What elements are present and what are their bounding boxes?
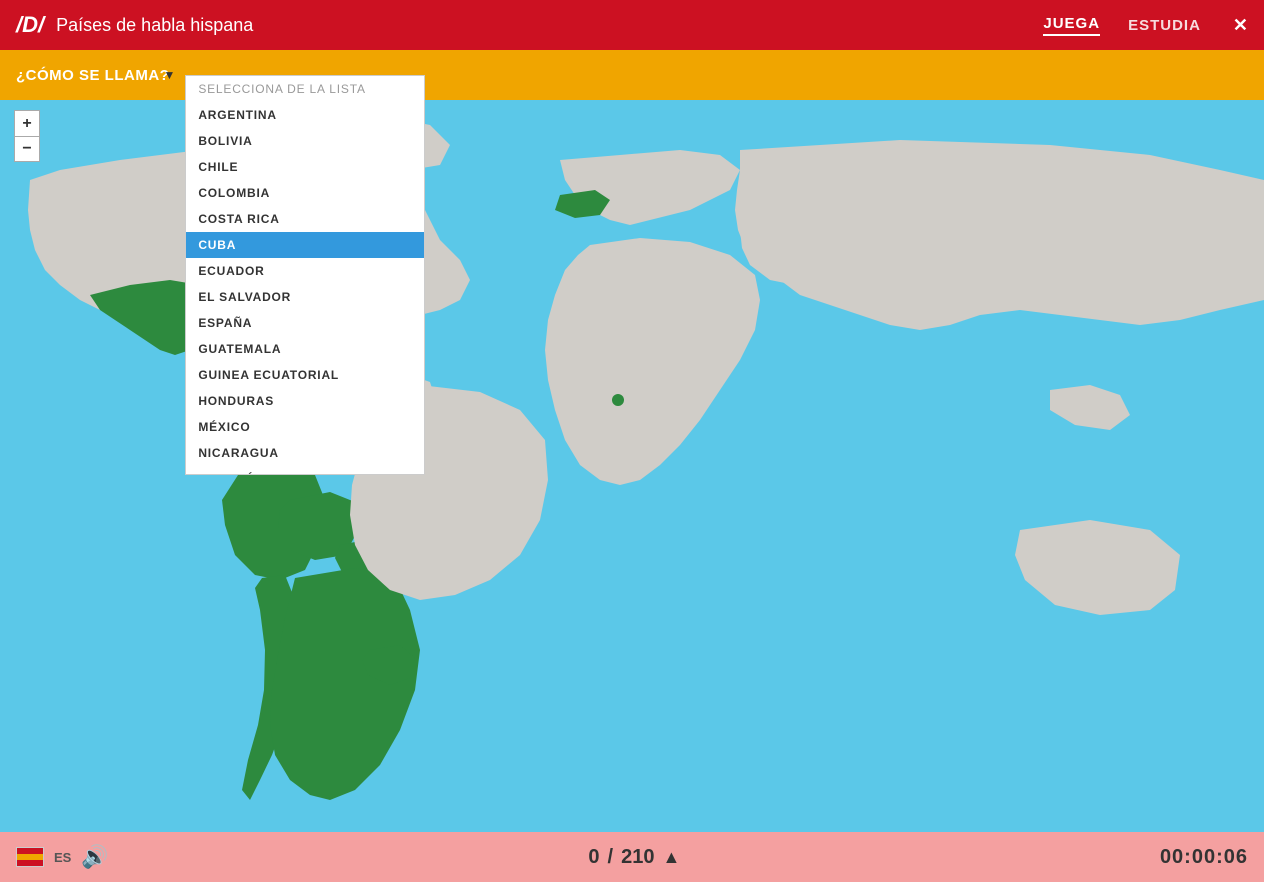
list-item[interactable]: GUINEA ECUATORIAL xyxy=(186,362,424,388)
zoom-in-button[interactable]: + xyxy=(14,110,40,136)
score-total: 210 xyxy=(621,846,654,869)
list-item[interactable]: ESPAÑA xyxy=(186,310,424,336)
nav-estudia[interactable]: ESTUDIA xyxy=(1128,17,1201,34)
list-item[interactable]: PANAMÁ xyxy=(186,466,424,475)
list-item[interactable]: EL SALVADOR xyxy=(186,284,424,310)
close-button[interactable]: ✕ xyxy=(1233,15,1248,36)
list-item[interactable]: ECUADOR xyxy=(186,258,424,284)
score-divider: / xyxy=(608,846,614,869)
toolbar: ¿CÓMO SE LLAMA? SELECCIONA DE LA LISTAAR… xyxy=(0,50,1264,100)
logo: /D/ xyxy=(16,12,44,38)
footer-left: ES 🔊 xyxy=(16,844,109,870)
lang-code: ES xyxy=(54,850,71,865)
list-item[interactable]: NICARAGUA xyxy=(186,440,424,466)
list-item[interactable]: CUBA xyxy=(186,232,424,258)
list-item[interactable]: MÉXICO xyxy=(186,414,424,440)
header: /D/ Países de habla hispana JUEGA ESTUDI… xyxy=(0,0,1264,50)
score-arrow-icon[interactable]: ▲ xyxy=(662,847,680,868)
nav-juega[interactable]: JUEGA xyxy=(1043,15,1100,36)
list-item[interactable]: COSTA RICA xyxy=(186,206,424,232)
dropdown-list: SELECCIONA DE LA LISTAARGENTINABOLIVIACH… xyxy=(185,75,425,475)
timer-display: 00:00:06 xyxy=(1160,846,1248,869)
score-value: 0 xyxy=(588,846,599,869)
list-item[interactable]: HONDURAS xyxy=(186,388,424,414)
list-item[interactable]: COLOMBIA xyxy=(186,180,424,206)
footer: ES 🔊 0 / 210 ▲ 00:00:06 xyxy=(0,832,1264,882)
zoom-out-button[interactable]: − xyxy=(14,136,40,162)
list-item[interactable]: ARGENTINA xyxy=(186,102,424,128)
list-item[interactable]: SELECCIONA DE LA LISTA xyxy=(186,76,424,102)
question-label: ¿CÓMO SE LLAMA? xyxy=(16,67,169,84)
zoom-controls: + − xyxy=(14,110,40,162)
app-title: Países de habla hispana xyxy=(56,15,1043,36)
sound-icon[interactable]: 🔊 xyxy=(81,844,108,870)
list-item[interactable]: BOLIVIA xyxy=(186,128,424,154)
list-item[interactable]: GUATEMALA xyxy=(186,336,424,362)
spain-flag xyxy=(16,847,44,867)
list-item[interactable]: CHILE xyxy=(186,154,424,180)
score-display: 0 / 210 ▲ xyxy=(109,846,1160,869)
